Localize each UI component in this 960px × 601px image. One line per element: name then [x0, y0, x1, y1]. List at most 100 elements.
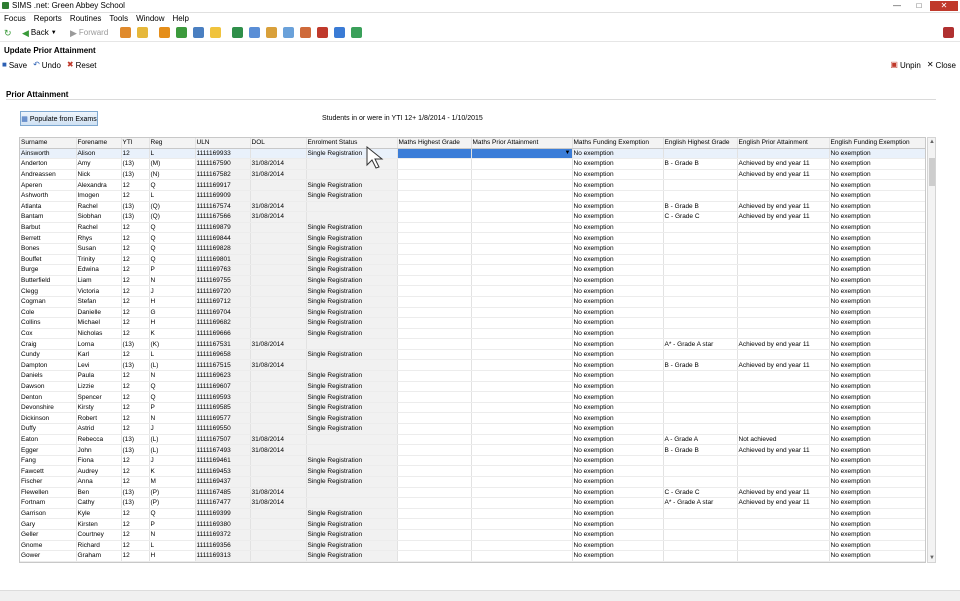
- table-row[interactable]: Egger John (13) (L) 1111167493 31/08/2014 No e…: [20, 444, 925, 456]
- table-cell[interactable]: No exemption: [829, 550, 925, 562]
- table-cell[interactable]: B - Grade B: [663, 158, 738, 170]
- table-cell[interactable]: [397, 201, 472, 213]
- table-cell[interactable]: No exemption: [829, 349, 925, 361]
- back-button[interactable]: ◀ Back ▼: [22, 27, 57, 39]
- table-cell[interactable]: [397, 370, 472, 382]
- table-cell[interactable]: No exemption: [572, 211, 664, 223]
- table-cell[interactable]: [471, 296, 573, 308]
- table-cell[interactable]: No exemption: [572, 434, 664, 446]
- table-cell[interactable]: [397, 529, 472, 541]
- table-cell[interactable]: No exemption: [829, 455, 925, 467]
- scroll-down-icon[interactable]: ▼: [928, 554, 936, 562]
- table-cell[interactable]: [471, 317, 573, 329]
- table-cell[interactable]: No exemption: [829, 359, 925, 372]
- column-header[interactable]: YTI: [121, 138, 150, 149]
- table-cell[interactable]: A - Grade A: [663, 434, 738, 446]
- table-cell[interactable]: [471, 359, 573, 372]
- table-cell[interactable]: No exemption: [572, 275, 664, 287]
- table-cell[interactable]: [663, 391, 738, 403]
- book-icon[interactable]: [159, 27, 170, 38]
- close-button[interactable]: ✕ Close: [927, 59, 956, 71]
- table-cell[interactable]: [471, 540, 573, 552]
- table-row[interactable]: Duffy Astrid 12 J 1111169550 Single Registrat…: [20, 423, 925, 435]
- table-cell[interactable]: [737, 254, 830, 266]
- table-row[interactable]: Anderton Amy (13) (M) 1111167590 31/08/2014 No…: [20, 158, 925, 170]
- table-cell[interactable]: No exemption: [829, 317, 925, 329]
- table-cell[interactable]: [663, 232, 738, 244]
- table-cell[interactable]: [397, 444, 472, 456]
- table-cell[interactable]: No exemption: [572, 359, 664, 372]
- column-header[interactable]: Reg: [149, 138, 196, 149]
- table-cell[interactable]: No exemption: [572, 508, 664, 520]
- forward-button[interactable]: ▶ Forward: [70, 27, 108, 39]
- table-cell[interactable]: [397, 158, 472, 170]
- column-header[interactable]: Surname: [20, 138, 77, 149]
- table-cell[interactable]: No exemption: [829, 497, 925, 509]
- person-icon[interactable]: [137, 27, 148, 38]
- table-cell[interactable]: [397, 434, 472, 446]
- table-cell[interactable]: [471, 550, 573, 562]
- table-cell[interactable]: [471, 561, 573, 562]
- table-cell[interactable]: [737, 179, 830, 191]
- table-cell[interactable]: [397, 243, 472, 255]
- table-cell[interactable]: [471, 264, 573, 276]
- table-cell[interactable]: No exemption: [572, 349, 664, 361]
- table-cell[interactable]: [471, 201, 573, 213]
- table-cell[interactable]: No exemption: [829, 412, 925, 425]
- table-cell[interactable]: No exemption: [829, 190, 925, 202]
- table-cell[interactable]: [471, 243, 573, 255]
- table-cell[interactable]: [471, 211, 573, 223]
- table-cell[interactable]: [471, 275, 573, 287]
- table-cell[interactable]: No exemption: [572, 338, 664, 350]
- table-cell[interactable]: No exemption: [829, 402, 925, 414]
- table-row[interactable]: Garrison Kyle 12 Q 1111169399 Single Registra…: [20, 508, 925, 520]
- table-cell[interactable]: No exemption: [572, 148, 664, 160]
- table-row[interactable]: HancockStacey12H1111169283 Single Registr…: [20, 561, 925, 562]
- table-cell[interactable]: [737, 232, 830, 244]
- table-row[interactable]: Gower Graham 12 H 1111169313 Single Registrat…: [20, 550, 925, 562]
- table-cell[interactable]: [663, 402, 738, 414]
- column-header[interactable]: English Highest Grade: [663, 138, 738, 149]
- folder-icon[interactable]: [193, 27, 204, 38]
- table-cell[interactable]: [471, 254, 573, 266]
- table-row[interactable]: Cundy Karl 12 L 1111169658 Single Registratio…: [20, 349, 925, 361]
- table-cell[interactable]: [737, 455, 830, 467]
- table-cell[interactable]: [663, 550, 738, 562]
- table-cell[interactable]: [737, 381, 830, 393]
- table-cell[interactable]: [397, 169, 472, 181]
- table-cell[interactable]: No exemption: [572, 381, 664, 393]
- table-cell[interactable]: No exemption: [829, 211, 925, 223]
- table-cell[interactable]: [663, 222, 738, 234]
- table-cell[interactable]: [471, 465, 573, 477]
- column-header[interactable]: ULN: [195, 138, 251, 149]
- populate-from-exams-button[interactable]: ▦ Populate from Exams: [20, 111, 98, 126]
- table-cell[interactable]: Achieved by end year 11: [737, 487, 830, 499]
- table-cell[interactable]: [397, 476, 472, 488]
- table-cell[interactable]: [737, 307, 830, 319]
- table-row[interactable]: Bantam Siobhan (13) (Q) 1111167566 31/08/2014…: [20, 211, 925, 223]
- table-cell[interactable]: [397, 190, 472, 202]
- table-cell[interactable]: [397, 359, 472, 372]
- column-header[interactable]: Maths Highest Grade: [397, 138, 472, 149]
- table-cell[interactable]: No exemption: [829, 476, 925, 488]
- table-row[interactable]: Denton Spencer 12 Q 1111169593 Single Registr…: [20, 391, 925, 403]
- table-cell[interactable]: Achieved by end year 11: [737, 338, 830, 350]
- menu-tools[interactable]: Tools: [105, 13, 132, 24]
- save-button[interactable]: ■ Save: [2, 59, 27, 71]
- table-cell[interactable]: [663, 540, 738, 552]
- table-cell[interactable]: [471, 444, 573, 456]
- table-cell[interactable]: [663, 476, 738, 488]
- table-cell[interactable]: No exemption: [829, 540, 925, 552]
- table-cell[interactable]: No exemption: [572, 222, 664, 234]
- column-header[interactable]: DOL: [250, 138, 307, 149]
- minimize-icon[interactable]: —: [886, 1, 908, 11]
- table-row[interactable]: Dickinson Robert 12 N 1111169577 Single Regis…: [20, 412, 925, 425]
- table-cell[interactable]: No exemption: [829, 487, 925, 499]
- table-cell[interactable]: No exemption: [572, 476, 664, 488]
- table-cell[interactable]: No exemption: [829, 423, 925, 435]
- table-row[interactable]: Fischer Anna 12 M 1111169437 Single Registrat…: [20, 476, 925, 488]
- table-cell[interactable]: No exemption: [572, 158, 664, 170]
- menu-focus[interactable]: Focus: [0, 13, 30, 24]
- table-cell[interactable]: No exemption: [572, 412, 664, 425]
- table-cell[interactable]: [397, 550, 472, 562]
